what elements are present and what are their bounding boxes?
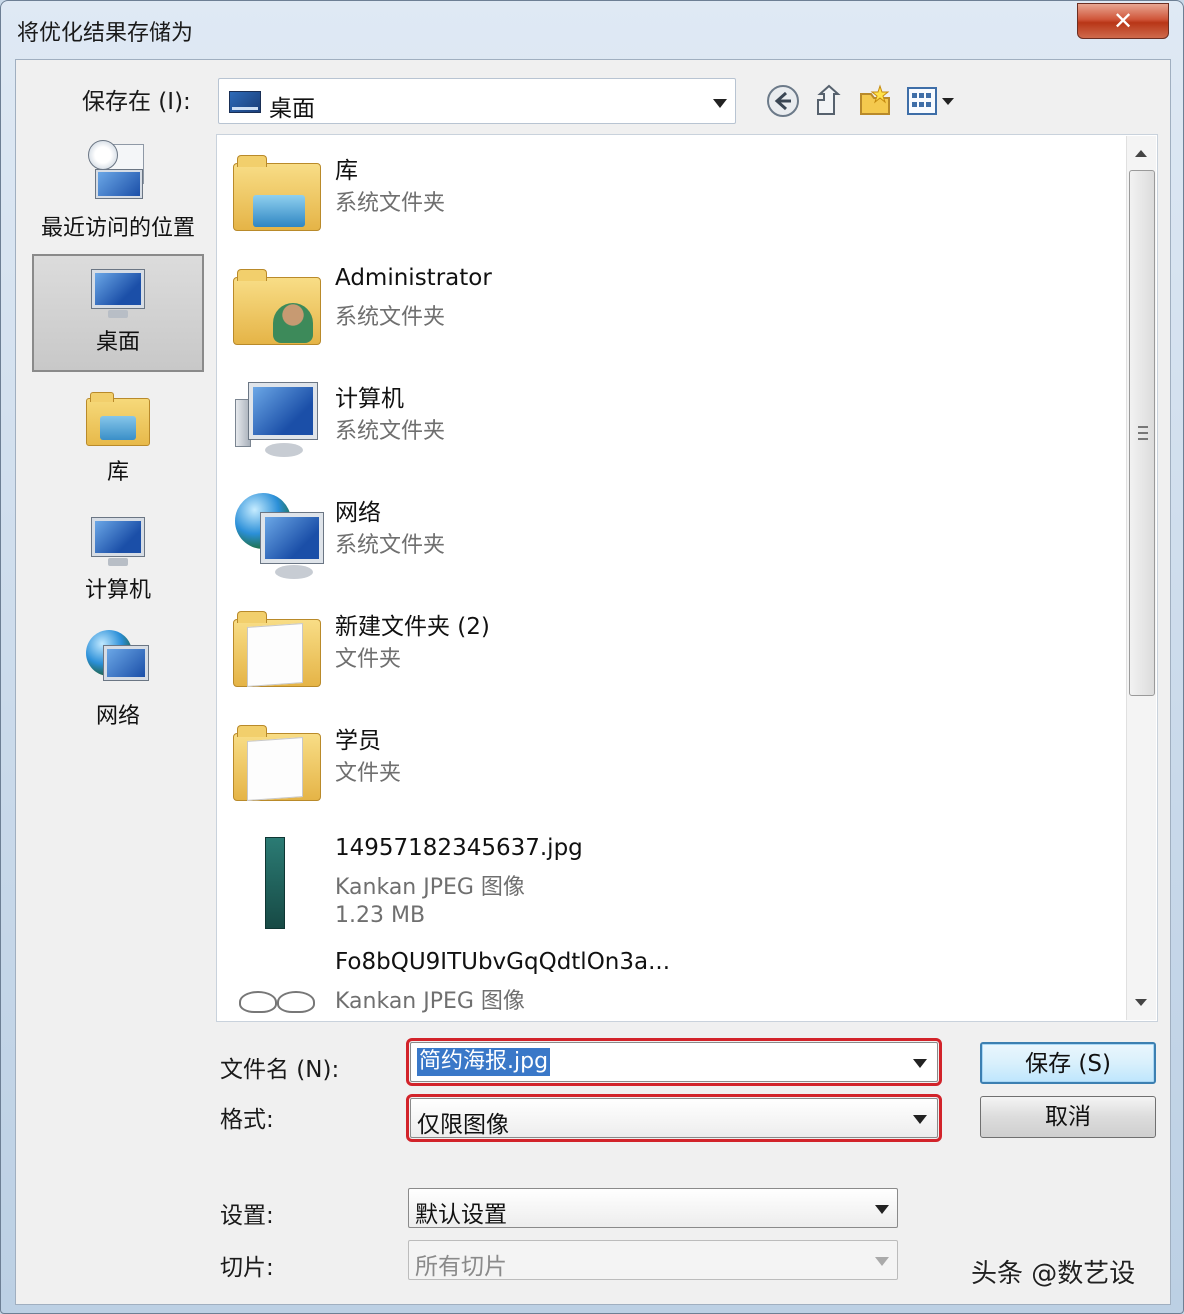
file-type: 文件夹 — [335, 761, 402, 786]
place-label: 网络 — [95, 704, 140, 729]
slices-dropdown: 所有切片 — [408, 1240, 898, 1280]
list-item[interactable]: 计算机 系统文件夹 — [217, 363, 1117, 477]
save-button[interactable]: 保存 (S) — [980, 1042, 1156, 1084]
jpg-thumbnail-icon — [229, 943, 325, 1021]
folder-icon — [229, 715, 325, 811]
filename-value: 简约海报.jpg — [417, 1048, 551, 1076]
place-label: 桌面 — [95, 330, 140, 355]
format-value: 仅限图像 — [417, 1112, 509, 1138]
save-dialog: 将优化结果存储为 ✕ 保存在 (I): 桌面 最近访问的位置 桌面 库 计算机 … — [0, 0, 1184, 1314]
place-computer[interactable]: 计算机 — [32, 516, 204, 626]
file-name: 14957182345637.jpg — [335, 835, 583, 861]
place-recent[interactable]: 最近访问的位置 — [32, 140, 204, 250]
settings-label: 设置: — [220, 1203, 274, 1229]
file-name: 学员 — [335, 728, 381, 754]
new-folder-icon[interactable] — [858, 84, 892, 118]
file-name: 新建文件夹 (2) — [335, 614, 490, 640]
file-type: 系统文件夹 — [335, 191, 446, 216]
file-type: Kankan JPEG 图像 — [335, 875, 525, 900]
scroll-up-icon[interactable] — [1135, 150, 1147, 157]
place-label: 最近访问的位置 — [40, 216, 195, 241]
user-folder-icon — [229, 259, 325, 355]
file-type: 文件夹 — [335, 647, 402, 672]
settings-dropdown[interactable]: 默认设置 — [408, 1188, 898, 1228]
grip-icon — [1138, 426, 1148, 440]
chevron-down-icon — [913, 1115, 927, 1124]
list-item[interactable]: Administrator 系统文件夹 — [217, 249, 1117, 363]
place-desktop[interactable]: 桌面 — [32, 254, 204, 372]
file-type: 系统文件夹 — [335, 305, 446, 330]
places-bar: 最近访问的位置 桌面 库 计算机 网络 — [20, 130, 212, 750]
file-name: Administrator — [335, 265, 492, 291]
place-label: 库 — [106, 460, 129, 485]
format-label: 格式: — [220, 1107, 274, 1133]
chevron-down-icon — [713, 99, 727, 108]
view-menu-icon[interactable] — [906, 84, 958, 118]
filename-input[interactable]: 简约海报.jpg — [406, 1038, 942, 1086]
list-item[interactable]: 14957182345637.jpg Kankan JPEG 图像 1.23 M… — [217, 819, 1117, 933]
folder-icon — [229, 601, 325, 697]
chevron-down-icon[interactable] — [913, 1059, 927, 1068]
slices-value: 所有切片 — [415, 1254, 507, 1280]
file-list-scrollbar[interactable] — [1126, 136, 1156, 1020]
file-name: 计算机 — [335, 386, 404, 412]
list-item[interactable]: Fo8bQU9ITUbvGqQdtlOn3a... Kankan JPEG 图像 — [217, 933, 1117, 1021]
file-name: 网络 — [335, 500, 381, 526]
list-item[interactable]: 网络 系统文件夹 — [217, 477, 1117, 591]
jpg-thumbnail-icon — [229, 829, 325, 929]
list-item[interactable]: 学员 文件夹 — [217, 705, 1117, 819]
recent-places-icon — [86, 140, 150, 204]
network-icon — [229, 487, 325, 583]
slices-label: 切片: — [220, 1255, 274, 1281]
watermark: 头条 @数艺设 — [971, 1259, 1136, 1289]
computer-icon — [88, 516, 148, 566]
cancel-button[interactable]: 取消 — [980, 1096, 1156, 1138]
place-network[interactable]: 网络 — [32, 630, 204, 740]
settings-value: 默认设置 — [415, 1202, 507, 1228]
list-item[interactable]: 库 系统文件夹 — [217, 135, 1117, 249]
desktop-icon — [88, 268, 148, 318]
location-dropdown[interactable]: 桌面 — [218, 78, 736, 124]
place-libraries[interactable]: 库 — [32, 392, 204, 502]
place-label: 计算机 — [84, 578, 151, 603]
file-type: Kankan JPEG 图像 — [335, 989, 525, 1014]
save-in-label: 保存在 (I): — [82, 89, 191, 115]
chevron-down-icon — [875, 1257, 889, 1266]
filename-label: 文件名 (N): — [220, 1057, 340, 1083]
chevron-down-icon — [875, 1205, 889, 1214]
file-type: 系统文件夹 — [335, 419, 446, 444]
file-type: 系统文件夹 — [335, 533, 446, 558]
libraries-icon — [86, 392, 150, 448]
list-item[interactable]: 新建文件夹 (2) 文件夹 — [217, 591, 1117, 705]
close-button[interactable]: ✕ — [1077, 3, 1169, 39]
file-size: 1.23 MB — [335, 903, 426, 928]
libraries-folder-icon — [229, 145, 325, 241]
file-list[interactable]: 库 系统文件夹 Administrator 系统文件夹 计算机 系统文件夹 网络… — [216, 134, 1158, 1022]
scroll-down-icon[interactable] — [1135, 999, 1147, 1006]
network-icon — [86, 630, 150, 692]
window-title: 将优化结果存储为 — [17, 21, 194, 46]
computer-icon — [229, 373, 325, 469]
title-bar[interactable]: 将优化结果存储为 ✕ — [1, 1, 1183, 59]
format-dropdown[interactable]: 仅限图像 — [406, 1094, 942, 1142]
up-folder-icon[interactable] — [812, 84, 846, 118]
back-icon[interactable] — [766, 84, 800, 118]
desktop-icon — [229, 91, 261, 113]
location-value: 桌面 — [269, 96, 315, 122]
scroll-thumb[interactable] — [1129, 170, 1155, 696]
dialog-client: 保存在 (I): 桌面 最近访问的位置 桌面 库 计算机 网络 库 系统文件夹 … — [15, 59, 1171, 1305]
file-name: 库 — [335, 158, 358, 184]
file-name: Fo8bQU9ITUbvGqQdtlOn3a... — [335, 949, 671, 975]
